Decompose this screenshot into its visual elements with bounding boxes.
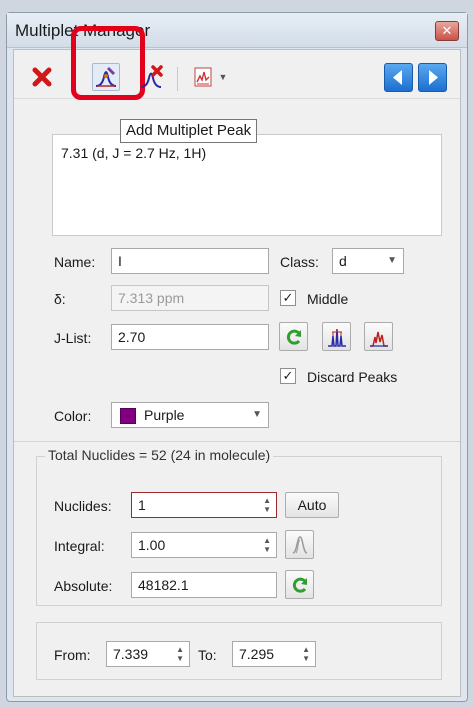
nuclides-input[interactable]: 1 ▲ ▼ (131, 492, 277, 518)
jlist-input[interactable]: 2.70 (111, 324, 269, 350)
from-value: 7.339 (113, 646, 149, 662)
multiplet-manager-window: Multiplet Manager ✕ ▼ 7.31 (d, J = 2.7 H… (6, 12, 468, 702)
color-select[interactable]: Purple ▼ (111, 402, 269, 428)
jlist-value: 2.70 (118, 329, 146, 345)
integral-input[interactable]: 1.00 ▲ ▼ (131, 532, 277, 558)
report-spectrum-icon (194, 67, 212, 87)
absolute-label: Absolute: (54, 578, 113, 594)
spinner-icon[interactable]: ▲ ▼ (263, 496, 271, 514)
delta-field: 7.313 ppm (111, 285, 269, 311)
integral-curve-button[interactable] (285, 530, 314, 559)
delta-value: 7.313 ppm (118, 290, 185, 306)
simulate-multiplet-button[interactable] (364, 322, 393, 351)
toolbar: ▼ (14, 26, 460, 100)
color-value: Purple (144, 407, 185, 423)
multiplet-spectrum-icon (327, 328, 346, 347)
color-swatch (120, 408, 136, 424)
refresh-absolute-button[interactable] (285, 570, 314, 599)
to-label: To: (198, 647, 217, 663)
auto-button[interactable]: Auto (285, 492, 339, 518)
to-input[interactable]: 7.295 ▲ ▼ (232, 641, 316, 667)
spinner-icon[interactable]: ▲ ▼ (302, 645, 310, 663)
client-area: ▼ 7.31 (d, J = 2.7 Hz, 1H) Name: I Class… (13, 26, 461, 697)
remove-multiplet-peak-button[interactable] (138, 63, 166, 91)
to-value: 7.295 (239, 646, 275, 662)
tool-highlight-box (71, 26, 145, 100)
class-select[interactable]: d ▼ (332, 248, 404, 274)
tooltip: Add Multiplet Peak (120, 119, 258, 143)
refresh-icon (292, 577, 307, 593)
multiplet-report-text: 7.31 (d, J = 2.7 Hz, 1H) (61, 145, 207, 161)
integral-curve-icon (292, 535, 307, 554)
from-label: From: (54, 647, 91, 663)
left-arrow-icon (393, 70, 402, 85)
spinner-icon[interactable]: ▲ ▼ (263, 536, 271, 554)
discard-peaks-label: Discard Peaks (307, 369, 398, 385)
refresh-jlist-button[interactable] (279, 322, 308, 351)
spectrum-peaks-icon (369, 331, 388, 347)
middle-checkbox[interactable]: ✓ (280, 290, 296, 306)
toolbar-separator (177, 67, 178, 91)
discard-peaks-checkbox[interactable]: ✓ (280, 368, 296, 384)
chevron-down-icon: ▼ (387, 255, 397, 266)
integral-label: Integral: (54, 538, 105, 554)
delta-label: δ: (54, 291, 66, 307)
multiplet-report-textbox[interactable]: 7.31 (d, J = 2.7 Hz, 1H) (52, 134, 442, 236)
class-label: Class: (280, 254, 319, 270)
nuclides-value: 1 (138, 497, 146, 513)
chevron-down-icon: ▼ (252, 409, 262, 420)
nuclides-label: Nuclides: (54, 498, 112, 514)
multiplet-tree-button[interactable] (322, 322, 351, 351)
remove-peak-icon (140, 65, 163, 88)
report-menu-button[interactable]: ▼ (188, 63, 232, 91)
chevron-down-icon: ▼ (218, 72, 228, 82)
section-divider (14, 441, 460, 442)
red-x-icon (32, 67, 52, 87)
name-label: Name: (54, 254, 96, 270)
integral-value: 1.00 (138, 537, 166, 553)
close-button[interactable]: ✕ (435, 21, 459, 41)
nuclides-group-title: Total Nuclides = 52 (24 in molecule) (45, 447, 274, 463)
next-button[interactable] (418, 63, 447, 92)
jlist-label: J-List: (54, 330, 92, 346)
middle-label: Middle (307, 291, 349, 307)
absolute-input[interactable]: 48182.1 (131, 572, 277, 598)
name-input[interactable]: I (111, 248, 269, 274)
absolute-value: 48182.1 (138, 577, 189, 593)
name-value: I (118, 253, 122, 269)
right-arrow-icon (429, 70, 438, 85)
previous-button[interactable] (384, 63, 413, 92)
color-label: Color: (54, 408, 92, 424)
delete-multiplet-button[interactable] (28, 63, 56, 91)
class-value: d (339, 253, 347, 269)
from-input[interactable]: 7.339 ▲ ▼ (106, 641, 190, 667)
refresh-icon (286, 329, 301, 345)
spinner-icon[interactable]: ▲ ▼ (176, 645, 184, 663)
